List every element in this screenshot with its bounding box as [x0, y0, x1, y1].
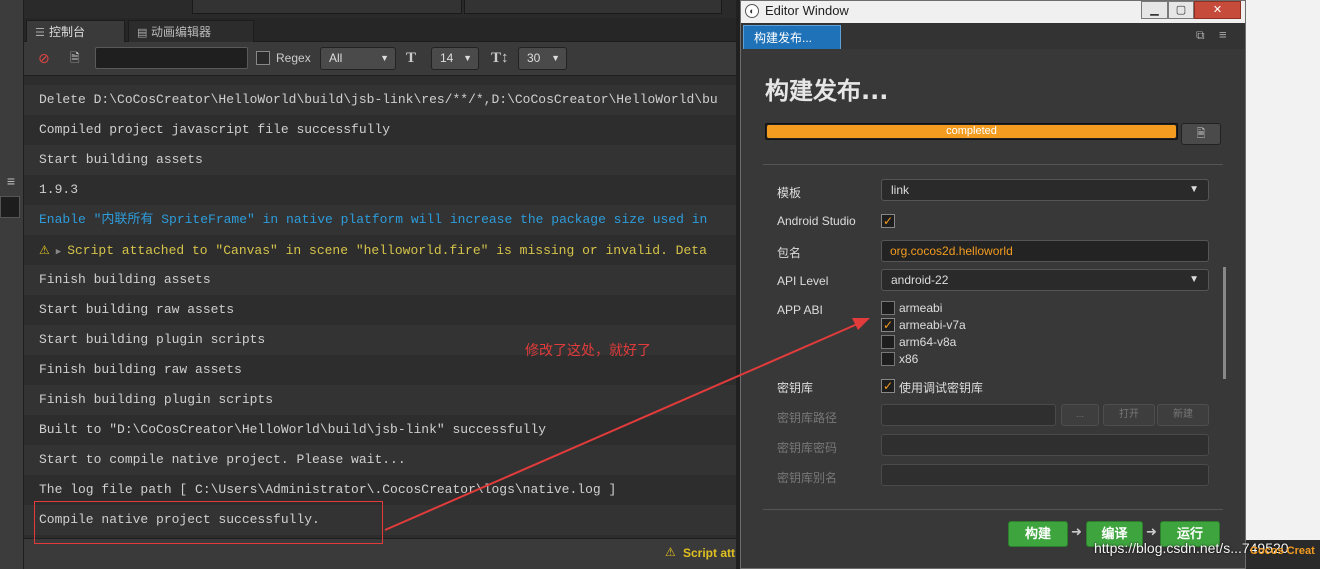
annotation-text: 修改了这处，就好了: [525, 343, 651, 359]
annotation-highlight-box: [34, 501, 383, 544]
annotation-arrow: [384, 318, 870, 531]
right-edge-text: Cocos Creat: [1250, 545, 1315, 557]
